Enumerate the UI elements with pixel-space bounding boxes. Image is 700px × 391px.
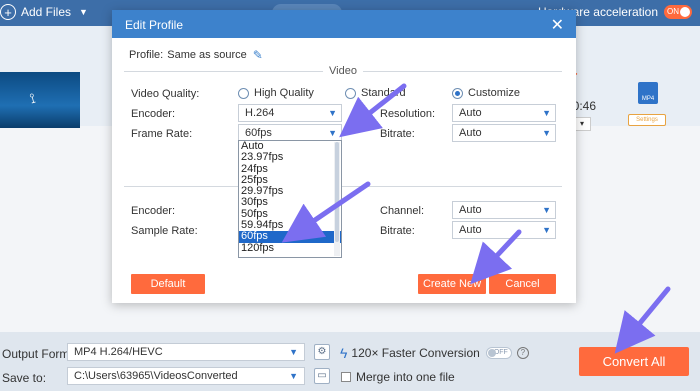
frame-rate-option-selected[interactable]: 60fps [239, 231, 341, 243]
frame-rate-option[interactable]: 23.97fps [239, 152, 341, 163]
resolution-label: Resolution: [380, 108, 436, 120]
chevron-down-icon: ▼ [542, 108, 551, 118]
chevron-down-icon: ▼ [289, 371, 298, 381]
add-files-label: Add Files [21, 5, 72, 19]
edit-profile-dialog: Edit Profile ✕ Profile: Same as source ✎… [112, 10, 576, 303]
video-section-divider: Video [124, 65, 562, 77]
radio-circle-selected [452, 87, 463, 99]
profile-row: Profile: Same as source ✎ [129, 48, 263, 62]
profile-label: Profile: [129, 49, 164, 61]
bird-image: ⟟ [27, 89, 38, 107]
resolution-dropdown[interactable]: Auto ▼ [452, 104, 556, 122]
sample-rate-label: Sample Rate: [131, 225, 198, 237]
folder-icon[interactable]: ▭ [314, 368, 330, 384]
chevron-down-icon: ▼ [542, 205, 551, 215]
caret-down-icon[interactable]: ▼ [79, 7, 88, 17]
hw-accel-toggle[interactable]: ON [664, 5, 692, 19]
frame-rate-list: Auto 23.97fps 24fps 25fps 29.97fps 30fps… [238, 140, 342, 258]
frame-rate-option[interactable]: 120fps [239, 242, 341, 254]
default-button[interactable]: Default [131, 274, 205, 294]
radio-label: High Quality [254, 87, 314, 99]
output-format-value: MP4 H.264/HEVC [74, 346, 163, 358]
chevron-down-icon: ▼ [542, 128, 551, 138]
edit-pencil-icon[interactable]: ✎ [253, 48, 263, 62]
radio-circle [345, 87, 356, 99]
mp4-format-icon[interactable]: MP4 [638, 82, 658, 104]
audio-encoder-label: Encoder: [131, 205, 176, 217]
channel-value: Auto [459, 204, 482, 216]
lightning-icon: ϟ [340, 345, 348, 361]
format-settings-icon[interactable]: ⚙ [314, 344, 330, 360]
chevron-down-icon: ▼ [328, 108, 337, 118]
dialog-title: Edit Profile [125, 18, 184, 32]
audio-section-divider [124, 180, 562, 192]
radio-high-quality[interactable]: High Quality [238, 87, 314, 99]
chevron-down-icon: ▼ [289, 347, 298, 357]
add-files-button[interactable]: + Add Files ▼ [0, 4, 88, 20]
chevron-down-icon: ▼ [328, 128, 337, 138]
dialog-title-bar: Edit Profile ✕ [112, 10, 576, 38]
faster-conversion: ϟ 120× Faster Conversion OFF ? [340, 345, 529, 361]
encoder-label: Encoder: [131, 108, 176, 120]
save-to-label: Save to: [2, 371, 47, 385]
chevron-down-icon: ▼ [542, 225, 551, 235]
plus-icon: + [0, 4, 16, 20]
bitrate-value: Auto [459, 127, 482, 139]
settings-button[interactable]: Settings [628, 114, 666, 126]
radio-customize[interactable]: Customize [452, 87, 520, 99]
radio-label: Standard [361, 87, 406, 99]
radio-circle [238, 87, 249, 99]
merge-checkbox[interactable] [341, 372, 351, 382]
resolution-value: Auto [459, 107, 482, 119]
save-to-value: C:\Users\63965\VideosConverted [74, 370, 238, 382]
audio-bitrate-dropdown[interactable]: Auto ▼ [452, 221, 556, 239]
frame-rate-label: Frame Rate: [131, 128, 193, 140]
faster-conversion-toggle[interactable]: OFF [485, 347, 512, 359]
channel-dropdown[interactable]: Auto ▼ [452, 201, 556, 219]
save-to-select[interactable]: C:\Users\63965\VideosConverted ▼ [67, 367, 305, 385]
encoder-dropdown[interactable]: H.264 ▼ [238, 104, 342, 122]
bitrate-dropdown[interactable]: Auto ▼ [452, 124, 556, 142]
faster-conversion-label: 120× Faster Conversion [351, 346, 480, 360]
cancel-button[interactable]: Cancel [489, 274, 556, 294]
audio-bitrate-label: Bitrate: [380, 225, 415, 237]
frame-rate-value: 60fps [245, 127, 272, 139]
video-quality-label: Video Quality: [131, 88, 200, 100]
radio-label: Customize [468, 87, 520, 99]
close-icon[interactable]: ✕ [551, 15, 564, 35]
merge-label: Merge into one file [356, 370, 455, 384]
encoder-value: H.264 [245, 107, 275, 119]
create-new-button[interactable]: Create New [418, 274, 486, 294]
radio-standard[interactable]: Standard [345, 87, 406, 99]
profile-value: Same as source [167, 49, 247, 61]
merge-option[interactable]: Merge into one file [341, 370, 455, 384]
audio-bitrate-value: Auto [459, 224, 482, 236]
convert-all-button[interactable]: Convert All [579, 347, 689, 376]
bitrate-label: Bitrate: [380, 128, 415, 140]
help-icon[interactable]: ? [516, 347, 529, 359]
output-format-select[interactable]: MP4 H.264/HEVC ▼ [67, 343, 305, 361]
channel-label: Channel: [380, 205, 425, 217]
scroll-thumb[interactable] [335, 142, 339, 242]
video-section-title: Video [323, 65, 363, 77]
video-thumbnail[interactable]: ⟟ [0, 72, 80, 128]
list-scrollbar[interactable] [334, 142, 340, 256]
